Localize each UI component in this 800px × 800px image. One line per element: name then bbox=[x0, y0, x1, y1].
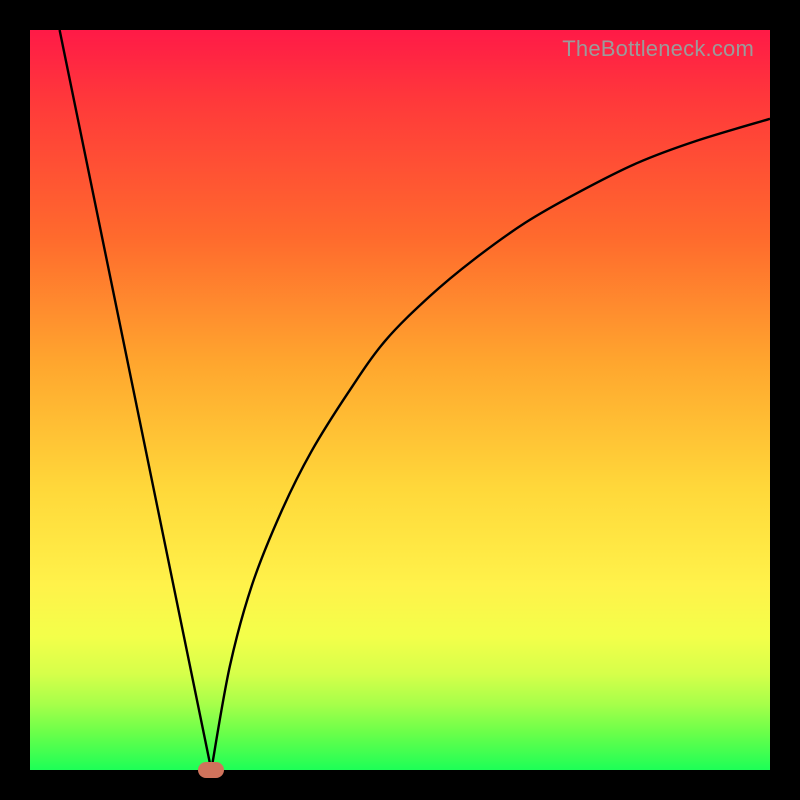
curve-svg bbox=[30, 30, 770, 770]
bottleneck-marker bbox=[198, 762, 224, 778]
bottleneck-curve-right bbox=[211, 119, 770, 770]
bottleneck-curve-left bbox=[60, 30, 212, 770]
chart-frame: TheBottleneck.com bbox=[0, 0, 800, 800]
plot-area: TheBottleneck.com bbox=[30, 30, 770, 770]
